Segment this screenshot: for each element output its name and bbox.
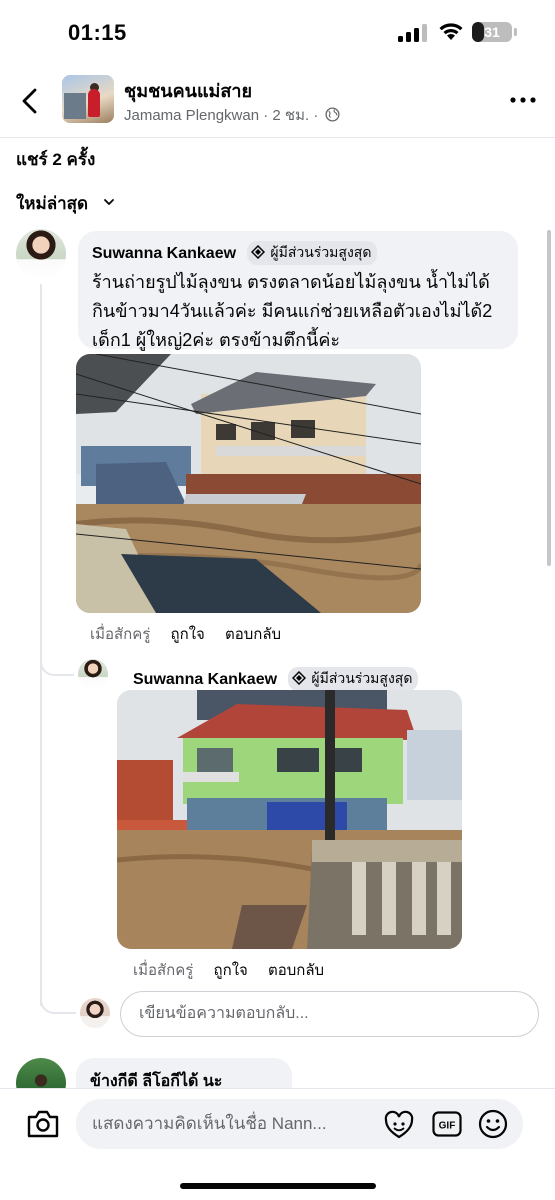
battery-nub <box>514 28 517 36</box>
wifi-icon <box>439 23 463 40</box>
current-user-avatar <box>80 998 110 1028</box>
comment-composer-bar: GIF <box>0 1088 555 1200</box>
meta-separator: · <box>263 107 269 124</box>
post-header: ชุมชนคนแม่สาย Jamama Plengkwan · 2 ชม. · <box>0 64 555 138</box>
comment-author[interactable]: Suwanna Kankaew <box>133 671 277 688</box>
badge-label: ผู้มีส่วนร่วมสูงสุด <box>270 244 372 260</box>
avatar[interactable] <box>78 659 108 689</box>
like-button[interactable]: ถูกใจ <box>171 626 205 643</box>
gif-icon[interactable]: GIF <box>432 1111 462 1137</box>
comment-actions: เมื่อสักครู่ ถูกใจ ตอบกลับ <box>133 958 340 982</box>
globe-icon <box>324 107 340 122</box>
comment-input[interactable] <box>92 1099 382 1149</box>
badge-label: ผู้มีส่วนร่วมสูงสุด <box>311 670 413 686</box>
reply-button[interactable]: ตอบกลับ <box>268 962 324 979</box>
status-time: 01:15 <box>68 20 127 45</box>
meta-separator-2: · <box>313 107 319 124</box>
reply-input[interactable] <box>121 992 538 1036</box>
comment-author[interactable]: Suwanna Kankaew <box>92 245 236 262</box>
comment-input-box[interactable]: GIF <box>76 1099 523 1149</box>
thumb-person-shape <box>88 89 100 117</box>
comment-author-row: Suwanna Kankaew ผู้มีส่วนร่วมสูงสุด <box>92 241 504 265</box>
like-button[interactable]: ถูกใจ <box>214 962 248 979</box>
comment-bubble[interactable]: Suwanna Kankaew ผู้มีส่วนร่วมสูงสุด ร้าน… <box>78 231 518 350</box>
more-options-icon[interactable] <box>509 90 537 110</box>
thread-connector <box>40 976 76 1014</box>
reply-input-box[interactable] <box>120 991 539 1037</box>
post-meta: Jamama Plengkwan · 2 ชม. · <box>124 103 340 127</box>
cellular-signal-icon <box>398 24 427 42</box>
thread-connector <box>40 636 74 676</box>
diamond-badge-icon <box>291 671 306 685</box>
svg-text:GIF: GIF <box>439 1121 456 1132</box>
comment-photo-flood-street[interactable] <box>76 354 421 613</box>
home-indicator <box>180 1183 376 1189</box>
comment-author-row: Suwanna Kankaew ผู้มีส่วนร่วมสูงสุด <box>133 667 419 691</box>
comment-time: เมื่อสักครู่ <box>133 962 194 979</box>
comment-sort-dropdown[interactable]: ใหม่ล่าสุด <box>16 190 115 217</box>
group-name[interactable]: ชุมชนคนแม่สาย <box>124 76 252 105</box>
avatar-sticker-icon[interactable] <box>384 1110 414 1140</box>
scrollbar[interactable] <box>547 230 551 566</box>
chevron-down-icon <box>103 199 114 205</box>
top-fan-badge: ผู้มีส่วนร่วมสูงสุด <box>287 667 419 691</box>
comment-time: เมื่อสักครู่ <box>90 626 151 643</box>
shares-count[interactable]: แชร์ 2 ครั้ง <box>16 146 95 173</box>
thumb-shop-shape <box>64 93 86 119</box>
battery-icon: 31 <box>472 22 512 42</box>
comment-actions: เมื่อสักครู่ ถูกใจ ตอบกลับ <box>90 622 297 646</box>
diamond-badge-icon <box>250 245 265 259</box>
avatar[interactable] <box>16 229 66 279</box>
comment-line: ร้านถ่ายรูปไม้ลุงขน ตรงตลาดน้อยไม้ลุงขน … <box>92 272 490 292</box>
post-author[interactable]: Jamama Plengkwan <box>124 107 259 124</box>
emoji-icon[interactable] <box>478 1109 508 1139</box>
camera-icon[interactable] <box>26 1109 60 1139</box>
comment-line: เด็ก1 ผู้ใหญ่2ค่ะ ตรงข้ามตึกนี้ค่ะ <box>92 330 341 350</box>
top-fan-badge: ผู้มีส่วนร่วมสูงสุด <box>246 241 378 265</box>
reply-button[interactable]: ตอบกลับ <box>225 626 281 643</box>
sort-label: ใหม่ล่าสุด <box>16 194 89 213</box>
back-chevron-icon[interactable] <box>16 86 46 116</box>
comment-line: กินข้าวมา4วันแล้วค่ะ มีคนแก่ช่วยเหลือตัว… <box>92 301 493 321</box>
battery-level-text: 31 <box>484 24 500 40</box>
comment-photo-flood-green-house[interactable] <box>117 690 462 949</box>
group-thumbnail[interactable] <box>62 75 114 123</box>
comment-text: ร้านถ่ายรูปไม้ลุงขน ตรงตลาดน้อยไม้ลุงขน … <box>92 268 504 355</box>
status-bar: 01:15 31 <box>0 0 555 64</box>
post-time: 2 ชม. <box>272 107 310 124</box>
